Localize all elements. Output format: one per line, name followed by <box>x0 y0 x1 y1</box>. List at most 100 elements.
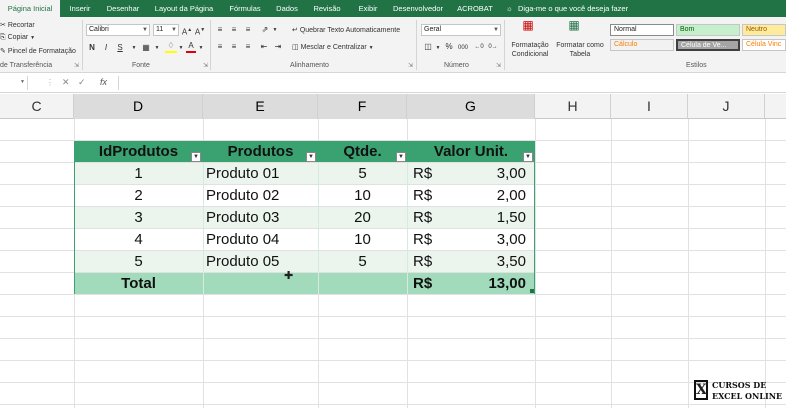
cell-produto[interactable]: Produto 03 <box>206 207 318 228</box>
format-painter-button[interactable]: ✎ Pincel de Formatação <box>0 47 76 55</box>
filter-dropdown-icon[interactable]: ▼ <box>396 152 406 162</box>
filter-dropdown-icon[interactable]: ▼ <box>306 152 316 162</box>
filter-dropdown-icon[interactable]: ▼ <box>191 152 201 162</box>
cell-qtde[interactable]: 20 <box>318 207 407 228</box>
merge-center-button[interactable]: ◫ Mesclar e Centralizar ▼ <box>292 43 374 51</box>
cell-total-label[interactable]: Total <box>74 273 203 294</box>
chevron-down-icon[interactable]: ▼ <box>435 43 441 53</box>
cell-id[interactable]: 3 <box>74 207 203 228</box>
cell-qtde[interactable]: 10 <box>318 185 407 206</box>
cell-valor[interactable]: 2,00 <box>450 185 526 206</box>
decrease-decimal-icon[interactable]: 0→ <box>487 42 499 52</box>
cell-valor[interactable]: 3,00 <box>450 163 526 184</box>
cell-produto[interactable]: Produto 01 <box>206 163 318 184</box>
cell-total-currency[interactable]: R$ <box>413 273 432 294</box>
cell-id[interactable]: 2 <box>74 185 203 206</box>
column-header-e[interactable]: E <box>203 94 318 119</box>
font-color-icon[interactable]: A <box>186 41 196 53</box>
increase-indent-icon[interactable]: ⇥ <box>272 42 284 52</box>
orientation-icon[interactable]: ⇗ <box>258 25 272 35</box>
dialog-launcher-icon[interactable]: ⇲ <box>408 62 413 69</box>
align-middle-icon[interactable]: ≡ <box>228 25 240 35</box>
wrap-text-button[interactable]: ↵ Quebrar Texto Automaticamente <box>292 26 400 34</box>
cut-button[interactable]: ✂ Recortar <box>0 21 35 29</box>
cell-valor[interactable]: 3,00 <box>450 229 526 250</box>
column-header-k[interactable] <box>765 94 786 119</box>
bold-button[interactable]: N <box>88 43 96 53</box>
shrink-font-icon[interactable]: A▼ <box>194 25 206 38</box>
thousands-button[interactable]: 000 <box>456 43 470 53</box>
cell-qtde[interactable]: 5 <box>318 251 407 272</box>
tab-formulas[interactable]: Fórmulas <box>222 0 268 17</box>
align-left-icon[interactable]: ≡ <box>214 42 226 52</box>
decrease-indent-icon[interactable]: ⇤ <box>258 42 270 52</box>
enter-icon[interactable]: ✓ <box>78 77 86 88</box>
style-celula-verificacao[interactable]: Célula de Ve... <box>676 39 740 51</box>
cell-valor[interactable]: 3,50 <box>450 251 526 272</box>
format-as-table-button[interactable]: Formatar como Tabela <box>554 41 606 59</box>
currency-icon[interactable]: ◫ <box>422 42 434 52</box>
fill-color-icon[interactable]: ♢ <box>165 41 177 53</box>
tab-acrobat[interactable]: ACROBAT <box>452 0 498 17</box>
tab-desenvolvedor[interactable]: Desenvolvedor <box>388 0 448 17</box>
cell-currency[interactable]: R$ <box>413 251 432 272</box>
style-neutro[interactable]: Neutro <box>742 24 786 36</box>
tab-pagina-inicial[interactable]: Página Inicial <box>0 0 60 17</box>
column-header-j[interactable]: J <box>688 94 765 119</box>
column-header-c[interactable]: C <box>0 94 74 119</box>
formula-input[interactable] <box>118 76 786 90</box>
chevron-down-icon[interactable]: ▼ <box>178 43 184 53</box>
style-normal[interactable]: Normal <box>610 24 674 36</box>
italic-button[interactable]: I <box>102 43 110 53</box>
tab-exibir[interactable]: Exibir <box>350 0 386 17</box>
cell-qtde[interactable]: 5 <box>318 163 407 184</box>
insert-function-button[interactable]: fx <box>100 77 107 87</box>
cell-id[interactable]: 1 <box>74 163 203 184</box>
grow-font-icon[interactable]: A▲ <box>181 25 193 38</box>
column-header-i[interactable]: I <box>611 94 688 119</box>
cell-currency[interactable]: R$ <box>413 207 432 228</box>
increase-decimal-icon[interactable]: ←0 <box>473 42 485 52</box>
style-celula-vinculada[interactable]: Célula Vinc <box>742 39 786 51</box>
cell-produto[interactable]: Produto 04 <box>206 229 318 250</box>
chevron-down-icon[interactable]: ▼ <box>130 43 138 53</box>
align-top-icon[interactable]: ≡ <box>214 25 226 35</box>
tab-inserir[interactable]: Inserir <box>62 0 98 17</box>
chevron-down-icon[interactable]: ▼ <box>198 43 204 53</box>
underline-button[interactable]: S <box>116 43 124 53</box>
dialog-launcher-icon[interactable]: ⇲ <box>74 62 79 69</box>
number-format-combo[interactable]: Geral ▼ <box>421 24 501 36</box>
worksheet-grid[interactable]: IdProdutos ▼ Produtos ▼ Qtde. ▼ Valor Un… <box>0 119 786 408</box>
tab-revisao[interactable]: Revisão <box>306 0 348 17</box>
borders-icon[interactable]: ▦ <box>140 43 152 53</box>
cell-valor[interactable]: 1,50 <box>450 207 526 228</box>
font-size-combo[interactable]: 11 ▼ <box>153 24 179 36</box>
column-header-d[interactable]: D <box>74 94 203 119</box>
column-header-h[interactable]: H <box>535 94 611 119</box>
tab-dados[interactable]: Dados <box>270 0 304 17</box>
style-bom[interactable]: Bom <box>676 24 740 36</box>
cell-qtde[interactable]: 10 <box>318 229 407 250</box>
column-header-g[interactable]: G <box>407 94 535 119</box>
font-name-combo[interactable]: Calibri ▼ <box>86 24 150 36</box>
cell-produto[interactable]: Produto 05 <box>206 251 318 272</box>
style-calculo[interactable]: Cálculo <box>610 39 674 51</box>
cancel-icon[interactable]: ✕ <box>62 77 70 88</box>
tab-layout[interactable]: Layout da Página <box>148 0 220 17</box>
cell-total-valor[interactable]: 13,00 <box>450 273 526 294</box>
cell-id[interactable]: 5 <box>74 251 203 272</box>
chevron-down-icon[interactable]: ▼ <box>272 25 278 35</box>
name-box[interactable]: ▼ <box>0 76 28 90</box>
filter-dropdown-icon[interactable]: ▼ <box>523 152 533 162</box>
percent-button[interactable]: % <box>444 42 454 52</box>
cell-produto[interactable]: Produto 02 <box>206 185 318 206</box>
dialog-launcher-icon[interactable]: ⇲ <box>496 62 501 69</box>
table-resize-handle[interactable] <box>530 289 534 293</box>
align-center-icon[interactable]: ≡ <box>228 42 240 52</box>
align-right-icon[interactable]: ≡ <box>242 42 254 52</box>
cell-id[interactable]: 4 <box>74 229 203 250</box>
conditional-format-button[interactable]: Formatação Condicional <box>508 41 552 59</box>
cell-currency[interactable]: R$ <box>413 229 432 250</box>
chevron-down-icon[interactable]: ▼ <box>154 43 160 53</box>
dialog-launcher-icon[interactable]: ⇲ <box>203 62 208 69</box>
